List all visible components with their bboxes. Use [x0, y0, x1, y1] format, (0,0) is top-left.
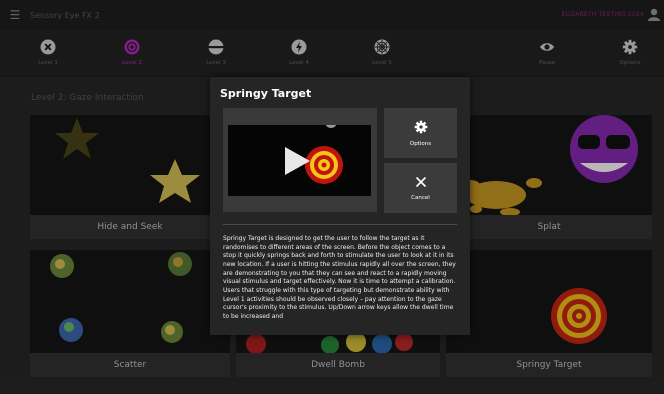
activity-description: Springy Target is designed to get the us… [223, 235, 456, 320]
dialog-divider [223, 224, 457, 225]
app-window: ☰ Sensory Eye FX 2 ELIZABETH TESTING 202… [0, 0, 664, 394]
gear-icon [414, 120, 427, 133]
dialog-title: Springy Target [220, 87, 312, 100]
dialog-options-button[interactable]: Options [384, 108, 457, 158]
close-icon [415, 176, 426, 187]
activity-dialog: Springy Target Options Cancel Springy Ta… [210, 77, 470, 335]
dialog-options-label: Options [409, 140, 432, 147]
dialog-cancel-button[interactable]: Cancel [384, 163, 457, 213]
activity-preview[interactable] [223, 108, 377, 212]
play-icon[interactable] [282, 146, 312, 176]
dialog-cancel-label: Cancel [411, 194, 430, 201]
